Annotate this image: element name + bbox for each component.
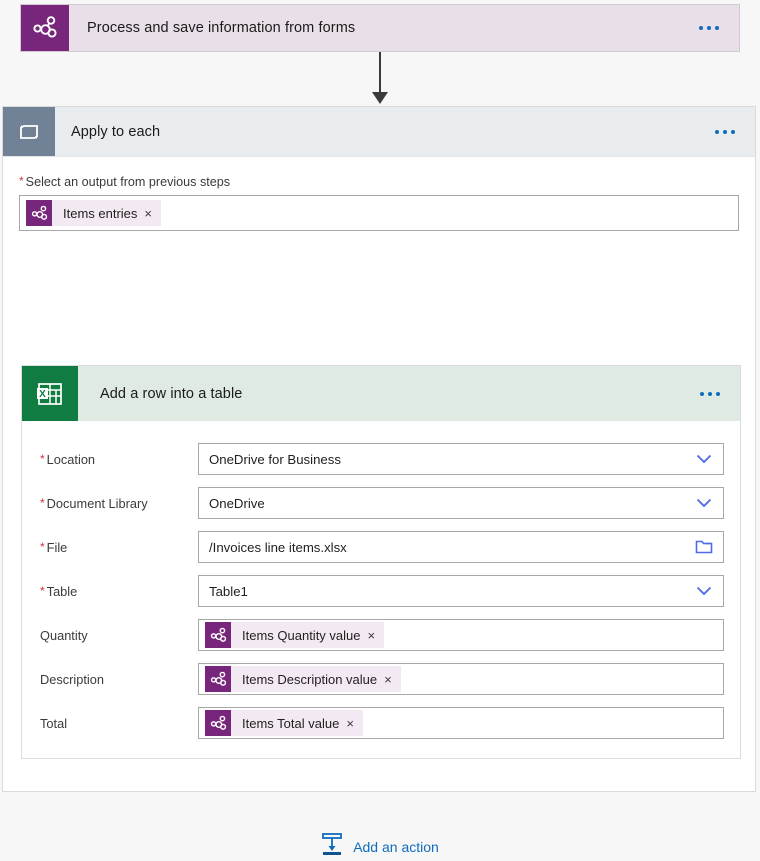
chevron-down-icon[interactable]: [693, 454, 715, 464]
field-value: /Invoices line items.xlsx: [209, 539, 347, 555]
token-remove-icon[interactable]: ×: [144, 207, 161, 220]
token-remove-icon[interactable]: ×: [384, 673, 401, 686]
required-asterisk: *: [40, 496, 45, 510]
field-row: * Table Table1: [40, 569, 724, 613]
token-remove-icon[interactable]: ×: [368, 629, 385, 642]
folder-icon[interactable]: [693, 539, 715, 555]
forms-molecule-icon: [205, 710, 231, 736]
field-label: * Location: [40, 451, 198, 467]
field-row: Quantity Items Quantity value ×: [40, 613, 724, 657]
token-chip[interactable]: Items Quantity value ×: [205, 622, 385, 648]
required-asterisk: *: [40, 584, 45, 598]
field-label-text: Table: [46, 584, 78, 599]
token-field[interactable]: Items Total value ×: [198, 707, 724, 739]
token-chip[interactable]: Items Total value ×: [205, 710, 363, 736]
field-row: * File/Invoices line items.xlsx: [40, 525, 724, 569]
token-chip-label: Items entries: [63, 205, 138, 221]
required-asterisk: *: [40, 452, 45, 466]
field-value: OneDrive: [209, 495, 265, 511]
field-row: * Document Library OneDrive: [40, 481, 724, 525]
select-output-label-text: Select an output from previous steps: [25, 175, 231, 189]
token-remove-icon[interactable]: ×: [346, 717, 363, 730]
token-field[interactable]: Items Description value ×: [198, 663, 724, 695]
add-row-action-title: Add a row into a table: [100, 385, 243, 402]
select-output-input[interactable]: Items entries ×: [19, 195, 739, 231]
forms-molecule-icon: [26, 200, 52, 226]
dropdown-field[interactable]: OneDrive: [198, 487, 724, 519]
field-label-text: Quantity: [40, 628, 88, 643]
add-row-action-card: X Add a row into a table * Location OneDri…: [21, 365, 741, 759]
chevron-down-icon[interactable]: [693, 498, 715, 508]
insert-action-icon: [321, 832, 343, 861]
field-value: OneDrive for Business: [209, 451, 341, 467]
token-chip[interactable]: Items Description value ×: [205, 666, 401, 692]
field-row: * Location OneDrive for Business: [40, 437, 724, 481]
svg-text:X: X: [39, 389, 46, 400]
field-label-text: Description: [40, 672, 105, 687]
add-row-ellipsis-icon[interactable]: [700, 366, 740, 421]
add-row-action-body: * Location OneDrive for Business * Document…: [22, 421, 740, 745]
add-row-action-header[interactable]: X Add a row into a table: [22, 366, 740, 421]
connector-arrow: [0, 52, 760, 108]
forms-molecule-icon: [205, 622, 231, 648]
field-label-text: Location: [46, 452, 96, 467]
select-output-label: * Select an output from previous steps: [19, 174, 739, 189]
field-label-text: File: [46, 540, 68, 555]
apply-to-each-ellipsis-icon[interactable]: [715, 107, 755, 156]
field-label: * File: [40, 539, 198, 555]
trigger-card[interactable]: Process and save information from forms: [20, 4, 740, 52]
trigger-ellipsis-icon[interactable]: [699, 5, 739, 51]
forms-molecule-icon: [205, 666, 231, 692]
token-chip-label: Items Quantity value: [242, 627, 361, 643]
excel-table-icon: X: [22, 366, 78, 421]
trigger-title: Process and save information from forms: [87, 20, 356, 36]
dropdown-field[interactable]: Table1: [198, 575, 724, 607]
apply-to-each-card: Apply to each * Select an output from pr…: [2, 106, 756, 855]
file-picker-field[interactable]: /Invoices line items.xlsx: [198, 531, 724, 563]
chevron-down-icon[interactable]: [693, 586, 715, 596]
field-label-text: Document Library: [46, 496, 148, 511]
token-chip-items-entries[interactable]: Items entries ×: [26, 200, 162, 226]
add-an-action-label: Add an action: [353, 838, 439, 855]
token-field[interactable]: Items Quantity value ×: [198, 619, 724, 651]
field-row: Description Items Description value ×: [40, 657, 724, 701]
field-row: Total Items Total value ×: [40, 701, 724, 745]
loop-icon: [3, 107, 55, 156]
field-label-text: Total: [40, 716, 68, 731]
field-value: Table1: [209, 583, 248, 599]
field-label: * Table: [40, 583, 198, 599]
apply-to-each-body: * Select an output from previous steps I…: [3, 157, 755, 231]
required-asterisk: *: [40, 540, 45, 554]
dropdown-field[interactable]: OneDrive for Business: [198, 443, 724, 475]
field-label: Quantity: [40, 627, 198, 643]
required-asterisk: *: [19, 174, 24, 188]
forms-molecule-icon: [21, 5, 69, 51]
token-chip-label: Items Total value: [242, 715, 340, 731]
field-label: Total: [40, 715, 198, 731]
apply-to-each-header[interactable]: Apply to each: [3, 107, 755, 157]
field-label: Description: [40, 671, 198, 687]
apply-to-each-title: Apply to each: [71, 123, 161, 140]
field-label: * Document Library: [40, 495, 198, 511]
token-chip-label: Items Description value: [242, 671, 378, 687]
add-an-action-button[interactable]: Add an action: [3, 832, 757, 861]
